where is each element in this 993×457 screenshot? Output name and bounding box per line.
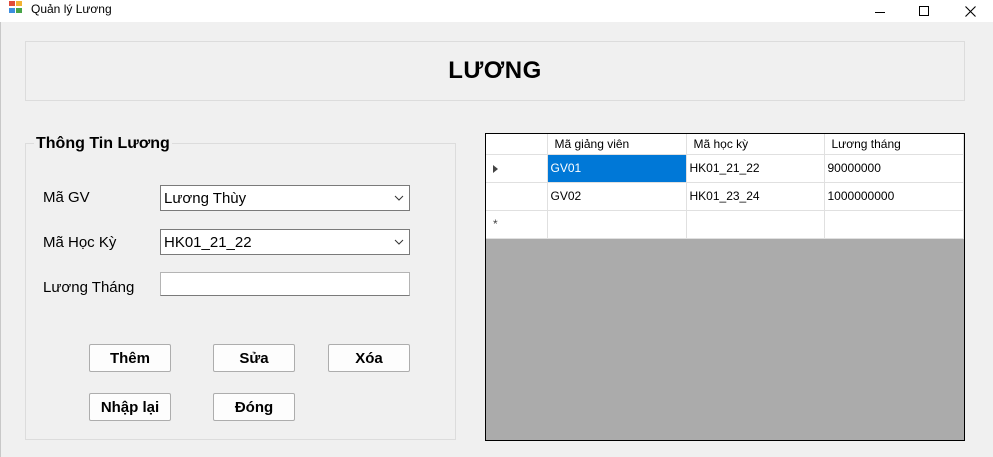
close-icon bbox=[964, 5, 976, 17]
luong-thang-label: Lương Tháng bbox=[43, 279, 135, 296]
table-cell[interactable]: 90000000 bbox=[824, 154, 964, 183]
window-border bbox=[0, 22, 1, 457]
chevron-down-icon bbox=[394, 239, 404, 245]
ma-gv-combobox[interactable]: Lương Thùy bbox=[160, 185, 410, 211]
header-panel: LƯƠNG bbox=[25, 41, 965, 101]
table-cell[interactable] bbox=[824, 210, 964, 239]
grid-table: Mã giảng viên Mã học kỳ Lương tháng GV01… bbox=[486, 134, 964, 239]
table-row[interactable]: GV02 HK01_23_24 1000000000 bbox=[486, 182, 964, 211]
row-header[interactable] bbox=[486, 182, 548, 211]
title-bar: Quản lý Lương bbox=[0, 0, 993, 22]
table-cell[interactable]: GV01 bbox=[547, 154, 687, 183]
nhap-lai-button[interactable]: Nhập lại bbox=[89, 393, 171, 421]
ma-gv-value: Lương Thùy bbox=[164, 189, 247, 207]
current-row-arrow-icon bbox=[493, 164, 498, 173]
page-title: LƯƠNG bbox=[448, 57, 542, 84]
table-cell[interactable]: HK01_21_22 bbox=[686, 154, 825, 183]
column-header-luong-thang[interactable]: Lương tháng bbox=[824, 134, 964, 155]
table-cell[interactable]: HK01_23_24 bbox=[686, 182, 825, 211]
grid-header-row: Mã giảng viên Mã học kỳ Lương tháng bbox=[486, 134, 964, 155]
table-cell[interactable]: 1000000000 bbox=[824, 182, 964, 211]
new-row[interactable]: * bbox=[486, 210, 964, 239]
maximize-icon bbox=[919, 6, 929, 16]
luong-thang-input[interactable] bbox=[160, 272, 410, 296]
window-title: Quản lý Lương bbox=[31, 2, 112, 16]
minimize-button[interactable] bbox=[857, 0, 903, 22]
close-button[interactable] bbox=[947, 0, 993, 22]
column-header-ma-hoc-ky[interactable]: Mã học kỳ bbox=[686, 134, 825, 155]
salary-data-grid[interactable]: Mã giảng viên Mã học kỳ Lương tháng GV01… bbox=[485, 133, 965, 441]
new-row-asterisk-icon: * bbox=[493, 216, 498, 231]
column-header-ma-giang-vien[interactable]: Mã giảng viên bbox=[547, 134, 687, 155]
table-row[interactable]: GV01 HK01_21_22 90000000 bbox=[486, 154, 964, 183]
table-cell[interactable]: GV02 bbox=[547, 182, 687, 211]
app-window-icon bbox=[9, 1, 23, 14]
row-header[interactable]: * bbox=[486, 210, 548, 239]
dong-button[interactable]: Đóng bbox=[213, 393, 295, 421]
table-cell[interactable] bbox=[547, 210, 687, 239]
them-button[interactable]: Thêm bbox=[89, 344, 171, 372]
ma-gv-label: Mã GV bbox=[43, 189, 90, 206]
chevron-down-icon bbox=[394, 195, 404, 201]
group-title: Thông Tin Lương bbox=[34, 135, 172, 153]
ma-hoc-ky-value: HK01_21_22 bbox=[164, 233, 252, 251]
ma-hoc-ky-label: Mã Học Kỳ bbox=[43, 234, 117, 251]
maximize-button[interactable] bbox=[901, 0, 947, 22]
row-header[interactable] bbox=[486, 154, 548, 183]
sua-button[interactable]: Sửa bbox=[213, 344, 295, 372]
table-cell[interactable] bbox=[686, 210, 825, 239]
minimize-icon bbox=[875, 11, 885, 13]
xoa-button[interactable]: Xóa bbox=[328, 344, 410, 372]
grid-corner-header[interactable] bbox=[486, 134, 548, 155]
ma-hoc-ky-combobox[interactable]: HK01_21_22 bbox=[160, 229, 410, 255]
